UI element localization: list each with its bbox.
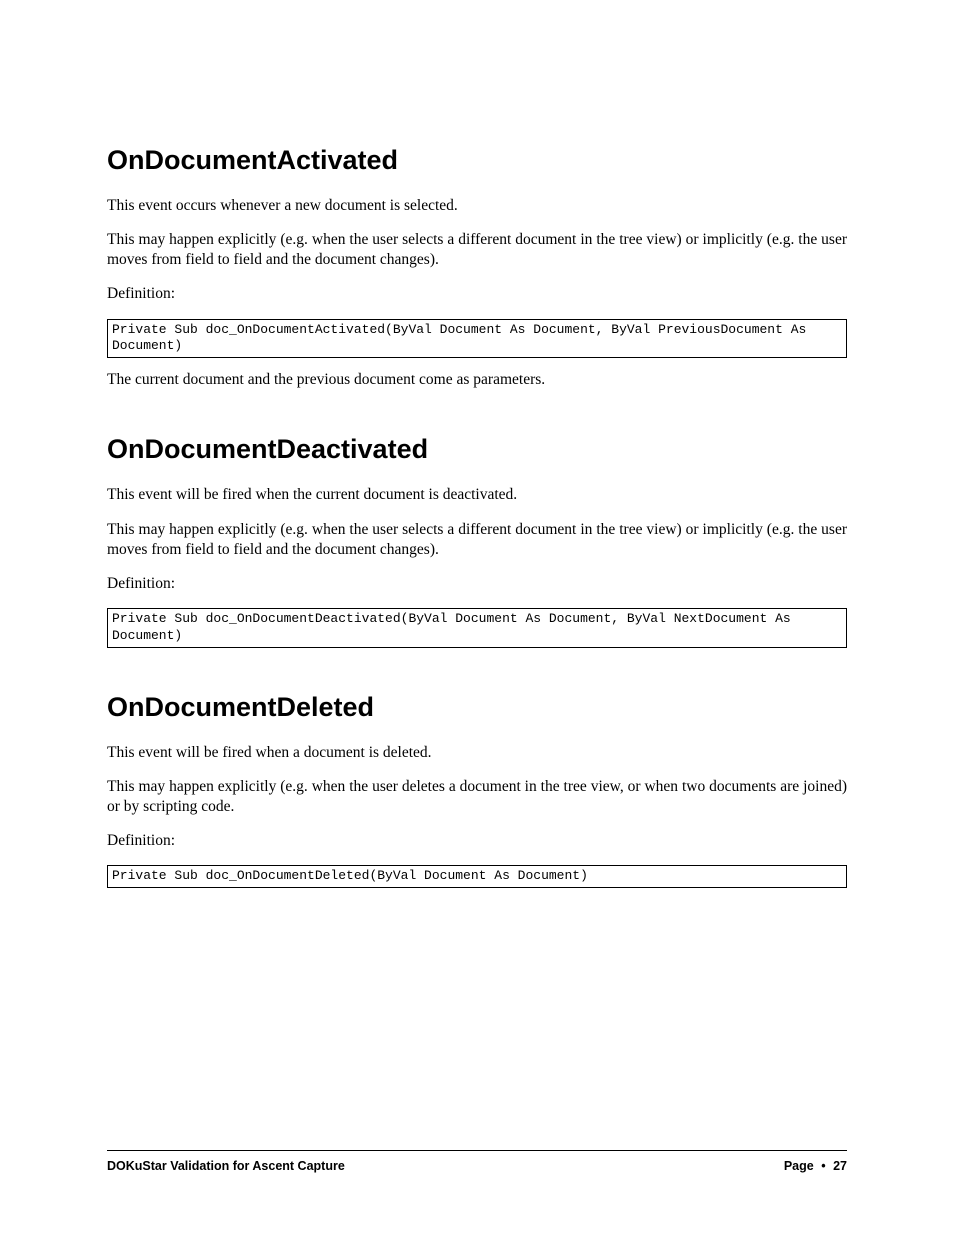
paragraph: This event occurs whenever a new documen… [107,196,847,216]
paragraph: Definition: [107,284,847,304]
page-footer: DOKuStar Validation for Ascent Capture P… [107,1150,847,1173]
paragraph: This event will be fired when the curren… [107,485,847,505]
footer-page: Page • 27 [784,1159,847,1173]
paragraph: This may happen explicitly (e.g. when th… [107,230,847,270]
bullet-icon: • [821,1159,825,1173]
heading-ondocumentactivated: OnDocumentActivated [107,145,847,176]
paragraph: This event will be fired when a document… [107,743,847,763]
footer-divider [107,1150,847,1151]
paragraph: Definition: [107,574,847,594]
footer-page-label: Page [784,1159,814,1173]
heading-ondocumentdeleted: OnDocumentDeleted [107,692,847,723]
code-block: Private Sub doc_OnDocumentDeactivated(By… [107,608,847,648]
paragraph: The current document and the previous do… [107,370,847,390]
code-block: Private Sub doc_OnDocumentDeleted(ByVal … [107,865,847,888]
paragraph: This may happen explicitly (e.g. when th… [107,520,847,560]
document-page: OnDocumentActivated This event occurs wh… [0,0,954,1235]
code-block: Private Sub doc_OnDocumentActivated(ByVa… [107,319,847,359]
heading-ondocumentdeactivated: OnDocumentDeactivated [107,434,847,465]
footer-page-number: 27 [833,1159,847,1173]
paragraph: This may happen explicitly (e.g. when th… [107,777,847,817]
footer-row: DOKuStar Validation for Ascent Capture P… [107,1159,847,1173]
footer-title: DOKuStar Validation for Ascent Capture [107,1159,345,1173]
paragraph: Definition: [107,831,847,851]
